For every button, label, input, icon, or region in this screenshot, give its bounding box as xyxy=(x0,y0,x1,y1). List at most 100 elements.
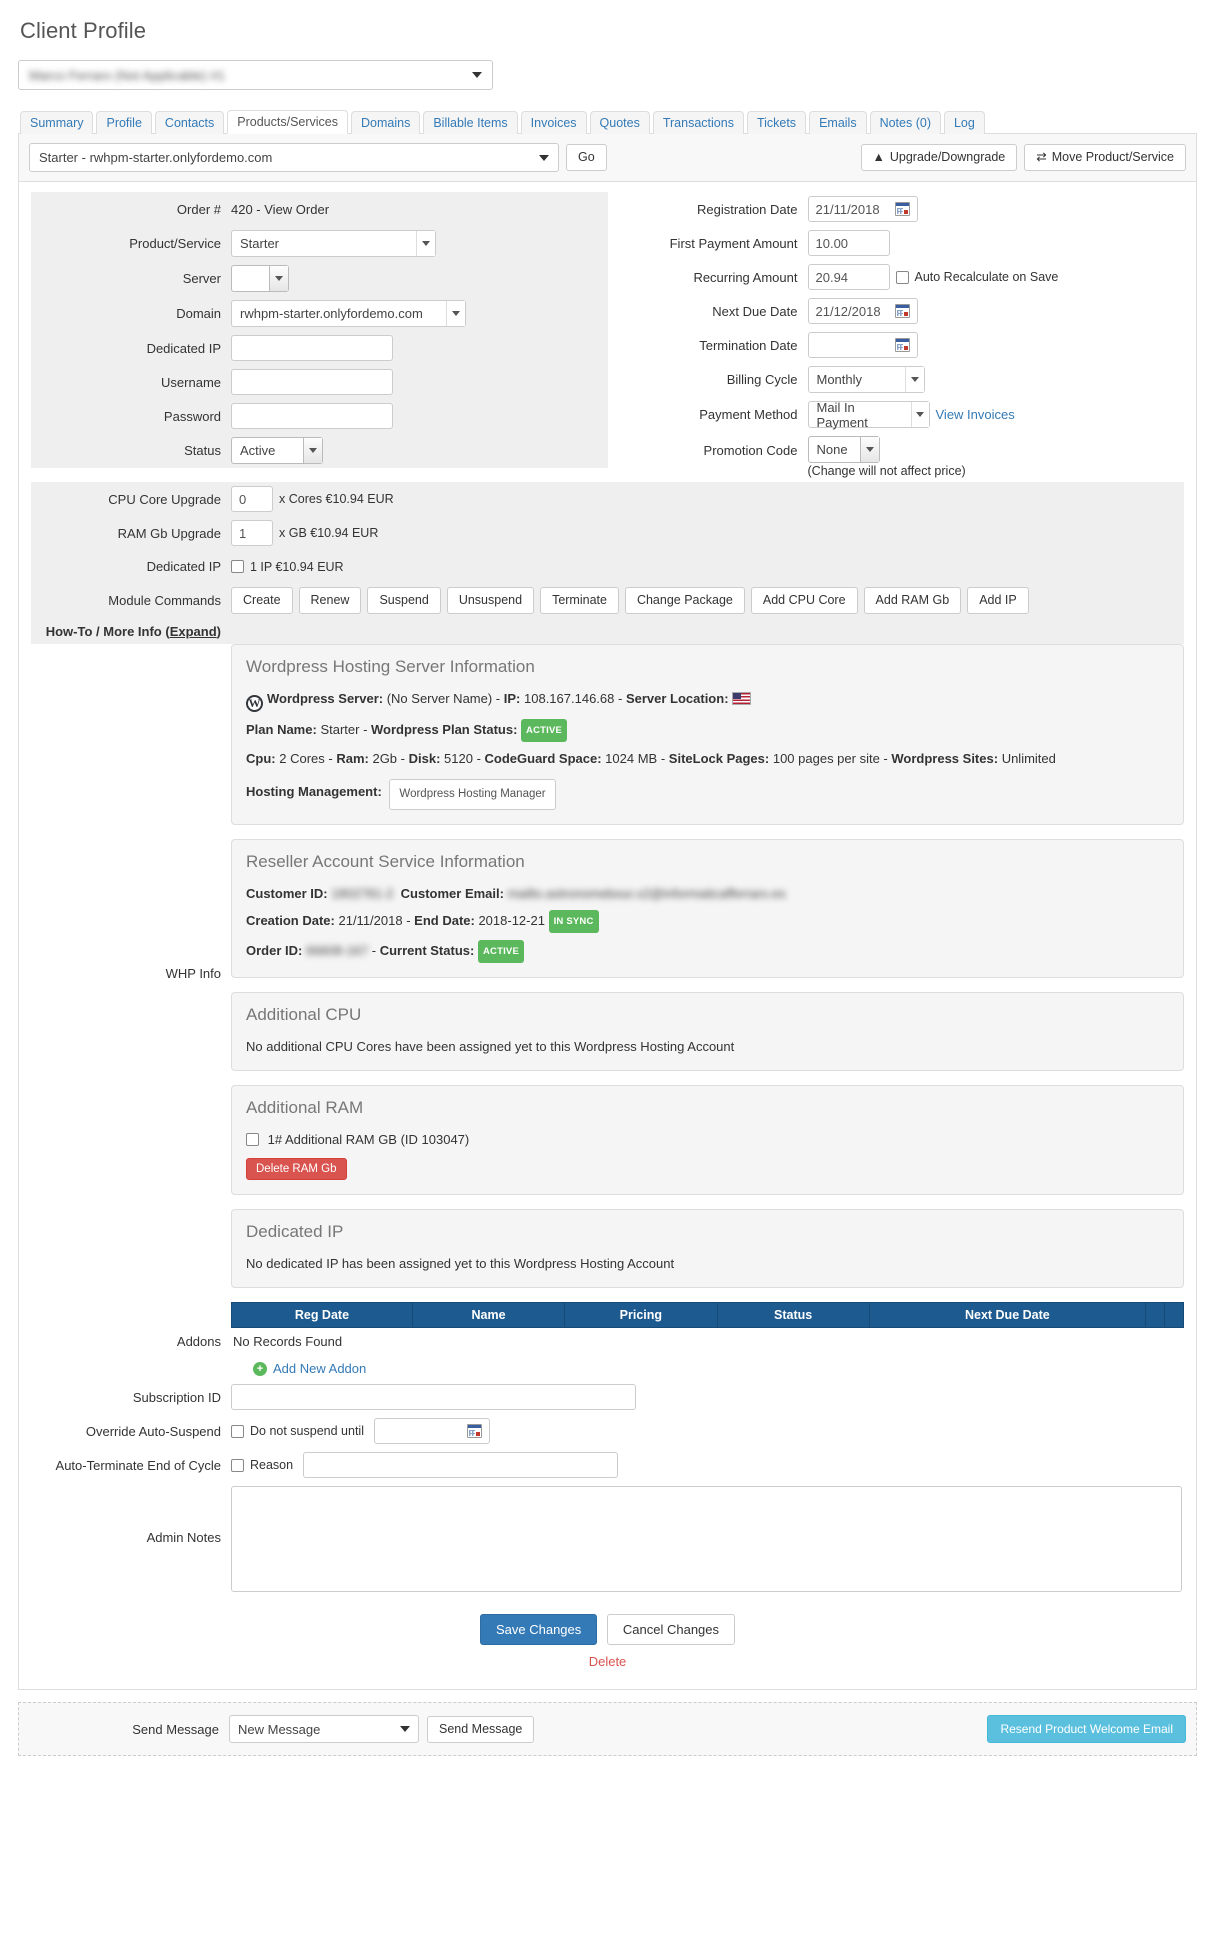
wordpress-hosting-manager-button[interactable]: Wordpress Hosting Manager xyxy=(389,779,556,810)
dedicated-ip-checkbox[interactable] xyxy=(231,560,244,573)
recurring-amount-input[interactable]: 20.94 xyxy=(807,264,890,290)
cmd-add-ip-button[interactable]: Add IP xyxy=(967,587,1029,614)
server-select[interactable] xyxy=(231,265,289,292)
view-invoices-link[interactable]: View Invoices xyxy=(936,407,1015,422)
upgrade-downgrade-button[interactable]: ▲ Upgrade/Downgrade xyxy=(860,144,1018,171)
delete-ram-gb-button[interactable]: Delete RAM Gb xyxy=(246,1158,347,1180)
auto-terminate-reason-text: Reason xyxy=(250,1458,294,1472)
row-dedicated-ip: Dedicated IP xyxy=(31,331,608,365)
upgrade-downgrade-label: Upgrade/Downgrade xyxy=(889,150,1006,164)
registration-date-input[interactable]: 21/11/2018 xyxy=(807,196,918,222)
tab-summary[interactable]: Summary xyxy=(20,111,94,134)
cmd-suspend-button[interactable]: Suspend xyxy=(367,587,441,614)
cpu-core-upgrade-input[interactable]: 0 xyxy=(231,486,273,512)
additional-cpu-title: Additional CPU xyxy=(246,1005,362,1024)
tab-notes[interactable]: Notes (0) xyxy=(869,111,941,134)
promotion-code-select[interactable]: None xyxy=(807,436,880,463)
tab-billable-items[interactable]: Billable Items xyxy=(423,111,518,134)
hosting-management-line: Hosting Management: Wordpress Hosting Ma… xyxy=(246,779,1169,810)
password-input[interactable] xyxy=(231,403,393,429)
plan-status-badge: ACTIVE xyxy=(521,719,568,742)
calendar-icon[interactable] xyxy=(894,202,910,216)
tab-log[interactable]: Log xyxy=(943,111,985,134)
row-howto: How-To / More Info (Expand) xyxy=(31,618,1184,644)
tab-tickets[interactable]: Tickets xyxy=(746,111,807,134)
calendar-icon[interactable] xyxy=(894,304,910,318)
dedicated-ip-title: Dedicated IP xyxy=(246,1222,344,1241)
tab-quotes[interactable]: Quotes xyxy=(589,111,650,134)
cmd-add-cpu-core-button[interactable]: Add CPU Core xyxy=(750,587,858,614)
customer-email-value: mailto.astronomebour.x2@informaticafferr… xyxy=(507,886,786,901)
calendar-icon[interactable] xyxy=(894,338,910,352)
wordpress-hosting-panel: Wordpress Hosting Server Information W Wo… xyxy=(231,644,1184,825)
next-due-date-input[interactable]: 21/12/2018 xyxy=(807,298,918,324)
username-input[interactable] xyxy=(231,369,393,395)
message-type-select[interactable]: New Message xyxy=(229,1715,419,1743)
admin-notes-textarea[interactable] xyxy=(231,1486,1182,1592)
addons-header-row: Reg Date Name Pricing Status Next Due Da… xyxy=(231,1302,1185,1328)
override-suspend-date-input[interactable] xyxy=(373,1418,490,1444)
termination-date-input[interactable] xyxy=(807,332,918,358)
subscription-id-input[interactable] xyxy=(231,1384,636,1410)
row-termination-date: Termination Date xyxy=(608,328,1185,362)
product-service-select[interactable]: Starter xyxy=(231,230,436,257)
order-id-label: Order ID: xyxy=(246,943,303,958)
auto-terminate-checkbox[interactable] xyxy=(231,1458,244,1472)
payment-method-select[interactable]: Mail In Payment xyxy=(807,400,930,430)
ram-gb-upgrade-input[interactable]: 1 xyxy=(231,520,273,546)
cancel-changes-button[interactable]: Cancel Changes xyxy=(606,1614,736,1645)
additional-ram-checkbox[interactable] xyxy=(246,1133,259,1146)
cmd-terminate-button[interactable]: Terminate xyxy=(540,587,619,614)
order-value[interactable]: 420 - View Order xyxy=(231,202,329,217)
save-changes-button[interactable]: Save Changes xyxy=(479,1614,598,1645)
additional-ram-title: Additional RAM xyxy=(246,1098,364,1117)
tab-emails[interactable]: Emails xyxy=(809,111,867,134)
delete-link[interactable]: Delete xyxy=(31,1654,1184,1669)
addons-label: Addons xyxy=(176,1333,221,1349)
cmd-change-package-button[interactable]: Change Package xyxy=(624,587,745,614)
go-button[interactable]: Go xyxy=(566,144,607,171)
calendar-icon[interactable] xyxy=(466,1424,482,1438)
reseller-panel-title: Reseller Account Service Information xyxy=(246,852,525,871)
billing-cycle-select[interactable]: Monthly xyxy=(807,366,925,393)
client-selector[interactable]: Marco Ferraro (Not Applicable) #1 xyxy=(18,60,493,90)
status-select[interactable]: Active xyxy=(231,437,323,464)
addons-col-delete xyxy=(1163,1302,1185,1328)
order-label: Order # xyxy=(176,201,221,217)
tab-contacts[interactable]: Contacts xyxy=(154,111,225,134)
tab-transactions[interactable]: Transactions xyxy=(652,111,744,134)
product-service-value: Starter xyxy=(240,236,280,251)
additional-ram-item-label: 1# Additional RAM GB (ID 103047) xyxy=(267,1132,470,1147)
tab-invoices[interactable]: Invoices xyxy=(520,111,587,134)
disk-spec-label: Disk: xyxy=(408,751,441,766)
message-type-value: New Message xyxy=(238,1721,321,1737)
product-select[interactable]: Starter - rwhpm-starter.onlyfordemo.com xyxy=(29,143,559,172)
row-status: Status Active xyxy=(31,433,608,468)
send-message-button[interactable]: Send Message xyxy=(427,1715,535,1743)
tab-profile[interactable]: Profile xyxy=(96,111,152,134)
domain-input[interactable]: rwhpm-starter.onlyfordemo.com xyxy=(231,300,466,327)
resend-welcome-email-button[interactable]: Resend Product Welcome Email xyxy=(987,1715,1186,1743)
row-admin-notes: Admin Notes xyxy=(31,1482,1184,1600)
first-payment-input[interactable]: 10.00 xyxy=(807,230,890,256)
wordpress-location-label: Server Location: xyxy=(625,691,729,706)
form-right-column: Registration Date 21/11/2018 First Payme… xyxy=(608,192,1185,482)
username-label: Username xyxy=(161,374,221,390)
add-new-addon-row[interactable]: + Add New Addon xyxy=(231,1351,1184,1380)
tab-products-services[interactable]: Products/Services xyxy=(227,110,348,134)
override-auto-suspend-checkbox[interactable] xyxy=(231,1424,244,1438)
add-new-addon-label[interactable]: Add New Addon xyxy=(273,1361,366,1376)
dedicated-ip-input[interactable] xyxy=(231,335,393,361)
registration-date-label: Registration Date xyxy=(697,201,798,217)
move-product-button[interactable]: ⇄ Move Product/Service xyxy=(1024,144,1186,171)
cmd-create-button[interactable]: Create xyxy=(231,587,293,614)
auto-terminate-reason-input[interactable] xyxy=(303,1452,619,1478)
auto-recalculate-checkbox[interactable] xyxy=(895,270,909,284)
tab-domains[interactable]: Domains xyxy=(351,111,421,134)
cmd-unsuspend-button[interactable]: Unsuspend xyxy=(446,587,535,614)
cmd-add-ram-gb-button[interactable]: Add RAM Gb xyxy=(863,587,962,614)
howto-expand-link[interactable]: Expand xyxy=(170,624,217,639)
cmd-renew-button[interactable]: Renew xyxy=(298,587,362,614)
row-password: Password xyxy=(31,399,608,433)
row-username: Username xyxy=(31,365,608,399)
